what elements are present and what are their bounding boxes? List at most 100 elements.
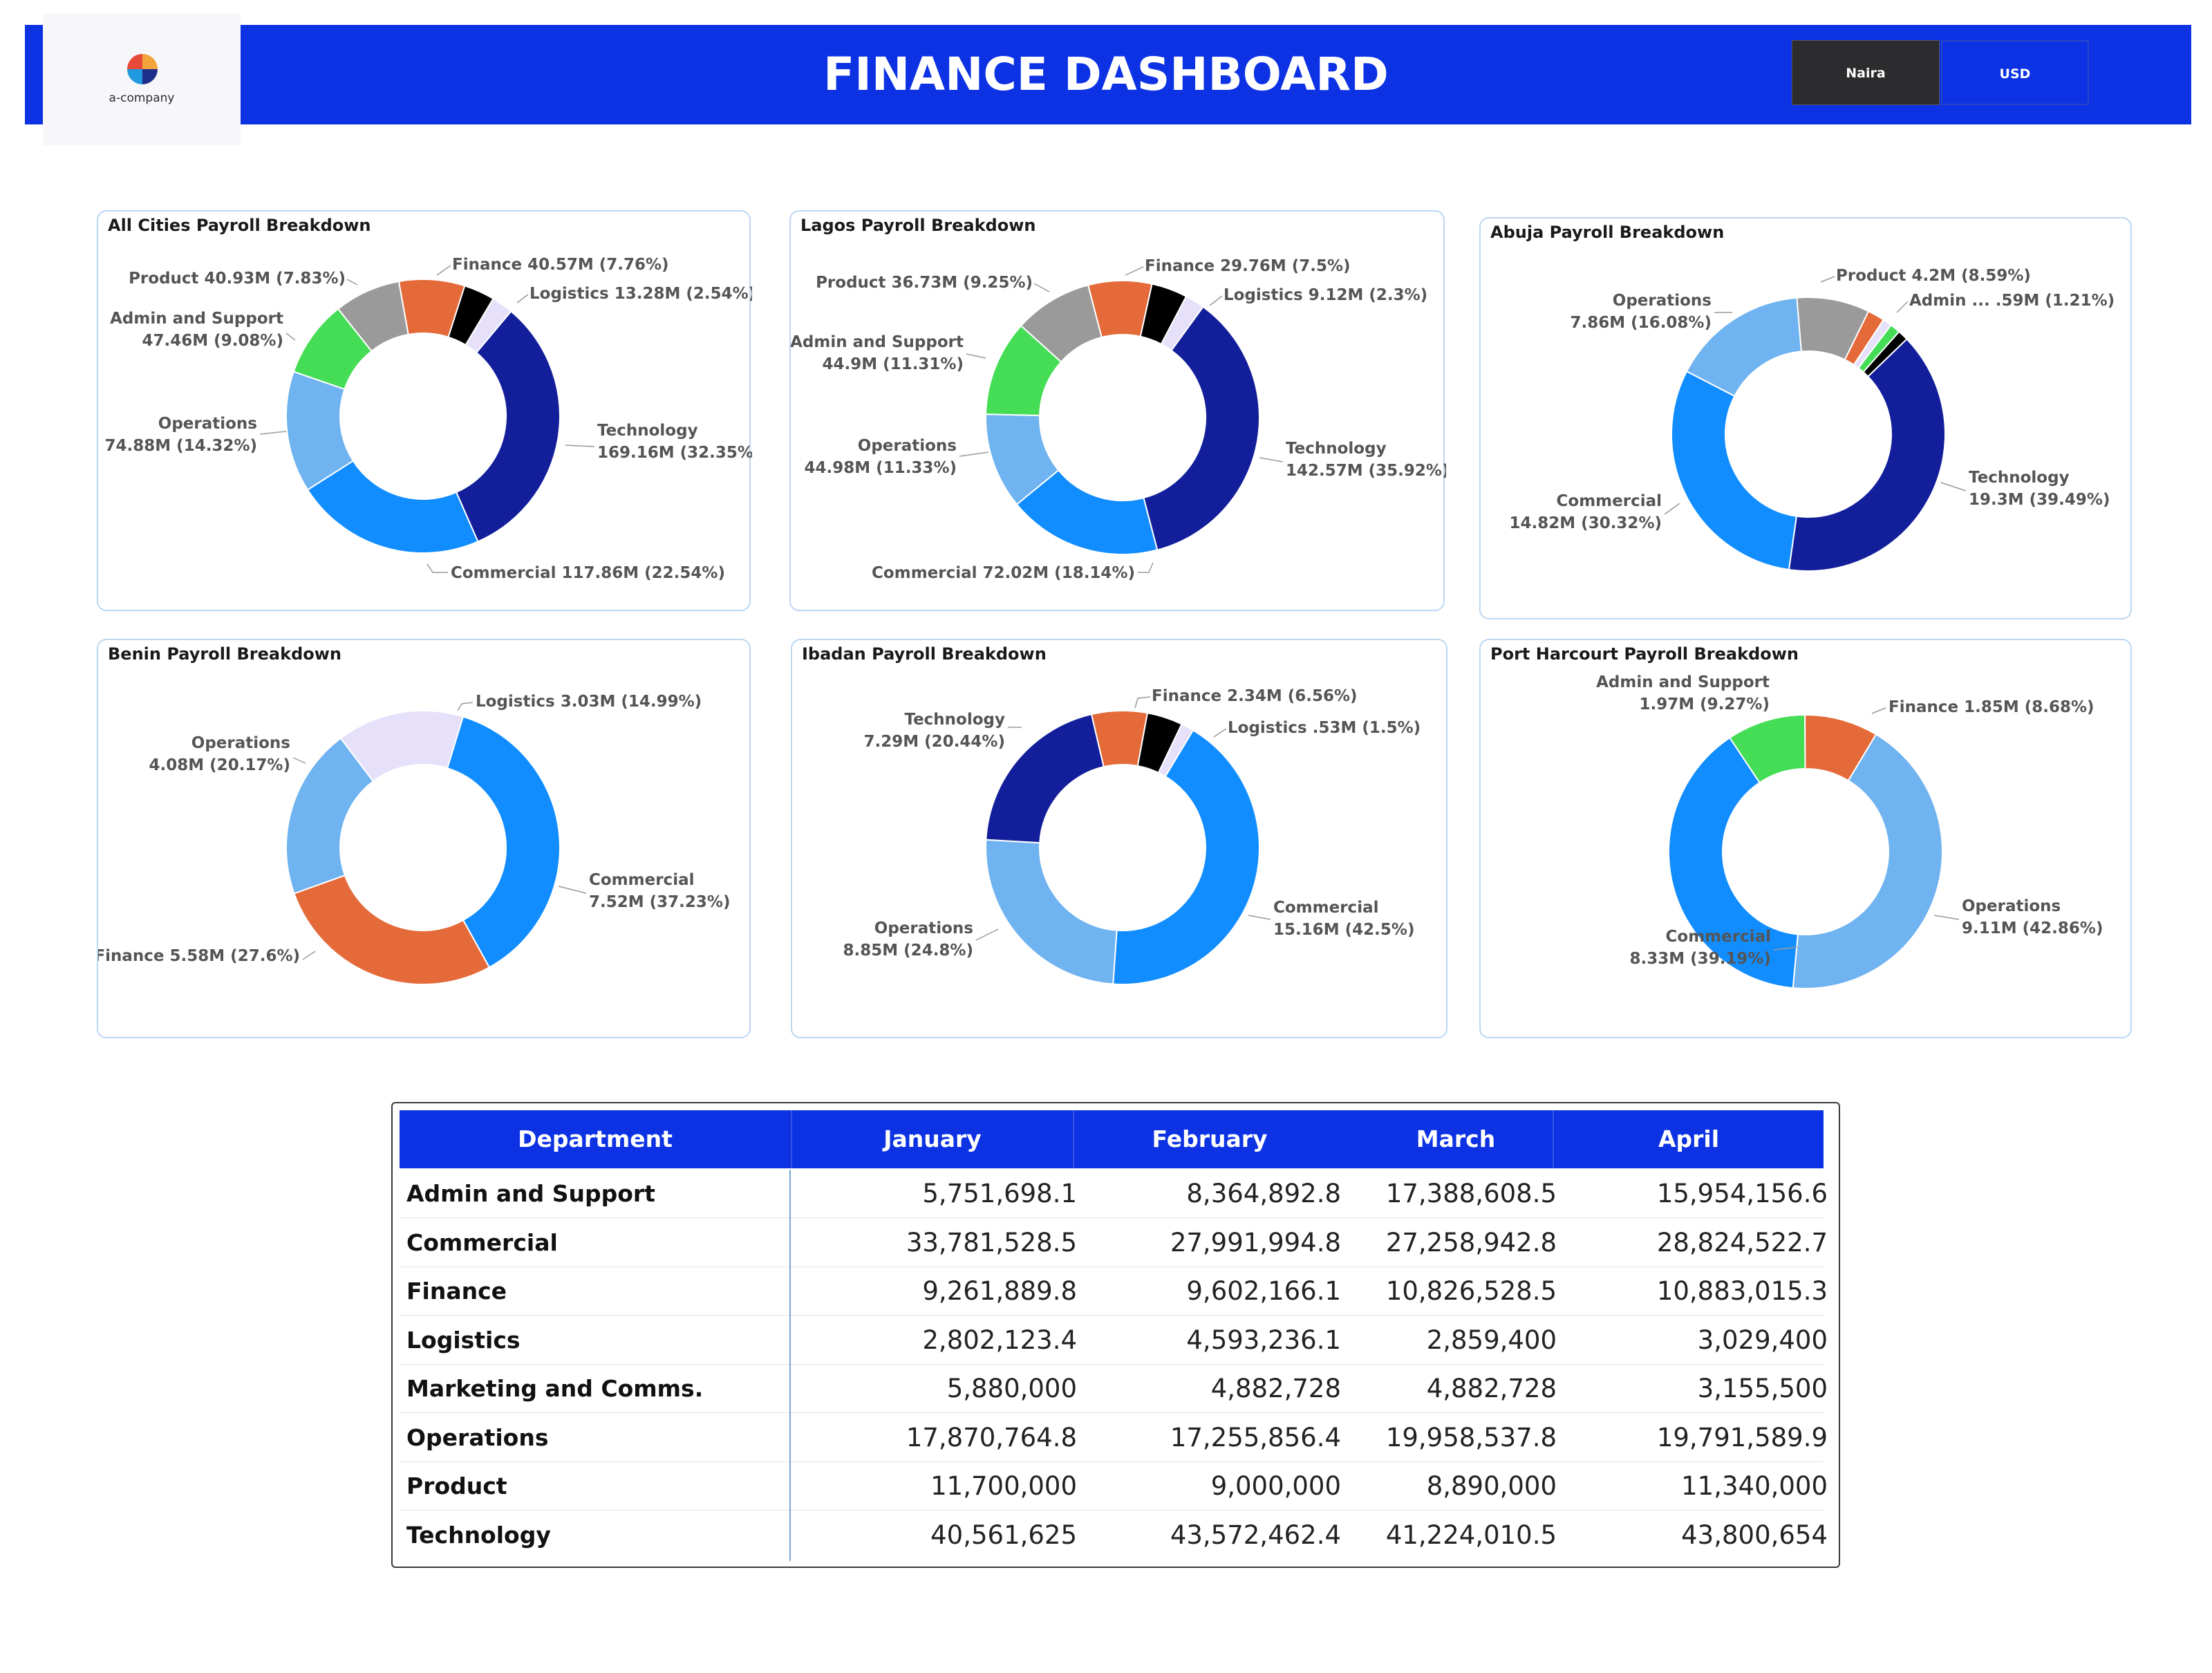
department-cell: Operations <box>406 1423 549 1451</box>
payroll-table: Department January February March April … <box>391 1102 1840 1568</box>
table-row[interactable]: Marketing and Comms. 5,880,000 4,882,728 4,… <box>400 1365 1828 1413</box>
department-cell: Finance <box>406 1278 507 1305</box>
table-row[interactable]: Finance 9,261,889.8 9,602,166.1 10,826,528.… <box>400 1267 1828 1316</box>
value-cell-march: 2,859,400 <box>1426 1325 1557 1355</box>
value-cell-april: 11,340,000 <box>1681 1471 1828 1501</box>
value-cell-april: 43,800,654 <box>1681 1520 1828 1550</box>
slice-operations[interactable] <box>985 839 1118 985</box>
label-leader-line <box>1125 266 1144 276</box>
label-leader-line <box>1134 696 1151 709</box>
donut-chart: Logistics 3.03M (14.99%) Operations 4.08M … <box>98 693 730 985</box>
currency-toggle-usd[interactable]: USD <box>1941 40 2089 105</box>
data-label: Operations <box>191 734 290 752</box>
donut-chart: Finance 2.34M (6.56%) Technology 7.29M (20… <box>843 687 1421 985</box>
data-label: Operations <box>1613 292 1712 310</box>
value-cell-march: 8,890,000 <box>1426 1471 1557 1501</box>
data-label: Admin and Support <box>110 310 283 328</box>
data-label: Operations <box>1962 897 2061 915</box>
label-leader-line <box>346 279 358 286</box>
slice-commercial[interactable] <box>1112 729 1260 985</box>
label-leader-line <box>1933 915 1960 920</box>
slice-commercial[interactable] <box>306 460 479 554</box>
label-leader-line <box>1871 707 1886 714</box>
data-label: 7.29M (20.44%) <box>864 733 1005 751</box>
data-label: Admin and Support <box>1596 673 1770 691</box>
value-cell-january: 33,781,528.5 <box>906 1227 1077 1258</box>
value-cell-january: 2,802,123.4 <box>922 1325 1077 1355</box>
data-label: Admin ... .59M (1.21%) <box>1909 292 2115 310</box>
lagos-payroll-card: Finance 29.76M (7.5%) Product 36.73M (9.2… <box>789 210 1446 611</box>
data-label: Logistics 3.03M (14.99%) <box>476 693 702 711</box>
label-leader-line <box>457 702 474 711</box>
data-label: 19.3M (39.49%) <box>1969 491 2110 509</box>
data-label: 4.08M (20.17%) <box>149 756 290 774</box>
all-cities-payroll-card: Product 40.93M (7.83%) Finance 40.57M (7.… <box>97 210 752 611</box>
department-cell: Product <box>406 1473 507 1499</box>
table-row[interactable]: Admin and Support 5,751,698.1 8,364,892.8 1… <box>400 1170 1828 1218</box>
value-cell-february: 4,593,236.1 <box>1186 1325 1341 1355</box>
benin-payroll-card: Logistics 3.03M (14.99%) Operations 4.08M … <box>97 639 751 1038</box>
label-leader-line <box>959 451 989 457</box>
table-row[interactable]: Product 11,700,000 9,000,000 8,890,000 11,34… <box>400 1462 1828 1511</box>
column-header-april[interactable]: April <box>1554 1110 1824 1168</box>
value-cell-march: 17,388,608.5 <box>1385 1179 1557 1208</box>
label-leader-line <box>1138 562 1154 573</box>
data-label: 1.97M (9.27%) <box>1640 695 1770 713</box>
data-label: 47.46M (9.08%) <box>142 332 283 350</box>
slice-commercial[interactable] <box>1671 370 1798 571</box>
data-label: Technology <box>597 422 698 440</box>
table-row[interactable]: Technology 40,561,625 43,572,462.4 41,224,0… <box>400 1511 1828 1560</box>
data-label: Logistics 9.12M (2.3%) <box>1224 286 1427 304</box>
slice-operations[interactable] <box>1792 733 1943 989</box>
data-label: 14.82M (30.32%) <box>1510 514 1662 532</box>
data-label: 44.98M (11.33%) <box>805 459 957 477</box>
donut-chart: Product 4.2M (8.59%) Operations 7.86M (16.… <box>1510 267 2115 572</box>
column-header-february[interactable]: February <box>1074 1110 1345 1168</box>
value-cell-march: 19,958,537.8 <box>1385 1422 1557 1452</box>
data-label: Operations <box>874 919 973 937</box>
label-leader-line <box>975 928 999 941</box>
label-leader-line <box>1248 915 1271 920</box>
donut-chart: Product 40.93M (7.83%) Finance 40.57M (7.… <box>105 256 752 582</box>
value-cell-march: 27,258,942.8 <box>1385 1227 1557 1258</box>
department-cell: Technology <box>406 1521 551 1549</box>
chart-title: Benin Payroll Breakdown <box>108 644 341 664</box>
value-cell-january: 5,880,000 <box>946 1374 1077 1403</box>
table-row[interactable]: Operations 17,870,764.8 17,255,856.4 19,958… <box>400 1414 1828 1462</box>
chart-title: Ibadan Payroll Breakdown <box>802 644 1047 664</box>
label-leader-line <box>966 353 986 359</box>
data-label: 15.16M (42.5%) <box>1273 921 1414 939</box>
value-cell-april: 3,155,500 <box>1697 1374 1828 1403</box>
data-label: Product 36.73M (9.25%) <box>816 274 1033 292</box>
value-cell-february: 9,000,000 <box>1210 1471 1341 1501</box>
value-cell-april: 15,954,156.6 <box>1656 1179 1828 1208</box>
label-leader-line <box>302 951 316 960</box>
data-label: 7.86M (16.08%) <box>1571 314 1712 332</box>
data-label: 142.57M (35.92%) <box>1286 462 1446 480</box>
column-header-march[interactable]: March <box>1345 1110 1566 1168</box>
value-cell-february: 27,991,994.8 <box>1170 1227 1341 1258</box>
abuja-payroll-card: Product 4.2M (8.59%) Operations 7.86M (16.… <box>1479 217 2132 619</box>
value-cell-february: 4,882,728 <box>1210 1374 1341 1403</box>
label-leader-line <box>427 563 448 573</box>
table-row[interactable]: Logistics 2,802,123.4 4,593,236.1 2,859,400… <box>400 1316 1828 1365</box>
table-row[interactable]: Commercial 33,781,528.5 27,991,994.8 27,258… <box>400 1219 1828 1267</box>
slice-finance[interactable] <box>293 874 491 985</box>
ibadan-payroll-card: Finance 2.34M (6.56%) Technology 7.29M (20… <box>791 639 1447 1038</box>
port-harcourt-payroll-card: Admin and Support 1.97M (9.27%) Finance 1.… <box>1479 639 2132 1038</box>
value-cell-march: 10,826,528.5 <box>1385 1276 1557 1306</box>
label-leader-line <box>565 445 595 447</box>
chart-title: Port Harcourt Payroll Breakdown <box>1490 644 1799 664</box>
chart-title: Lagos Payroll Breakdown <box>800 216 1036 235</box>
column-header-january[interactable]: January <box>792 1110 1073 1168</box>
data-label: 169.16M (32.35%) <box>597 444 752 462</box>
label-leader-line <box>1259 457 1284 462</box>
data-label: Finance 40.57M (7.76%) <box>452 256 669 274</box>
donut-chart: Finance 29.76M (7.5%) Product 36.73M (9.2… <box>791 257 1446 582</box>
value-cell-january: 11,700,000 <box>930 1471 1077 1501</box>
label-leader-line <box>1209 295 1223 306</box>
data-label: Commercial <box>1666 928 1771 946</box>
label-leader-line <box>1940 482 1967 492</box>
currency-toggle-naira[interactable]: Naira <box>1792 40 1940 105</box>
column-header-department[interactable]: Department <box>400 1110 791 1168</box>
